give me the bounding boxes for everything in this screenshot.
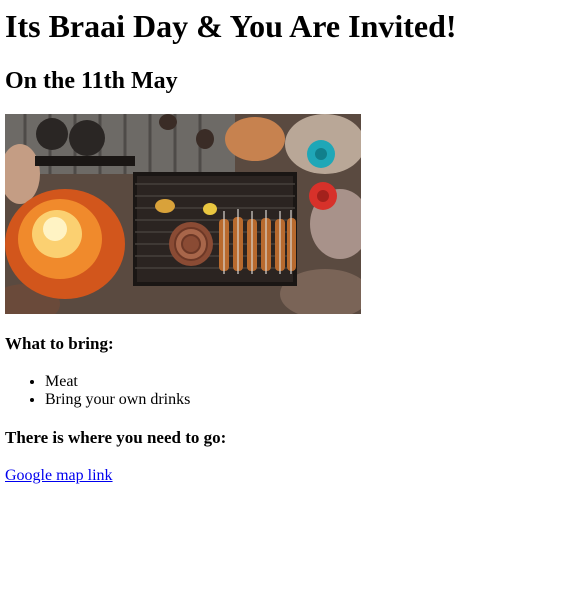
braai-photo (5, 114, 361, 314)
google-map-link[interactable]: Google map link (5, 467, 113, 484)
what-to-bring-heading: What to bring: (5, 334, 114, 353)
list-item: Bring your own drinks (45, 391, 567, 409)
bring-list: Meat Bring your own drinks (5, 373, 567, 409)
list-item: Meat (45, 373, 567, 391)
event-date-heading: On the 11th May (5, 68, 178, 94)
map-link-paragraph: Google map link (5, 467, 567, 485)
location-heading: There is where you need to go: (5, 428, 227, 447)
invitation-page: Its Braai Day & You Are Invited! On the … (0, 8, 572, 485)
page-title: Its Braai Day & You Are Invited! (5, 8, 457, 44)
